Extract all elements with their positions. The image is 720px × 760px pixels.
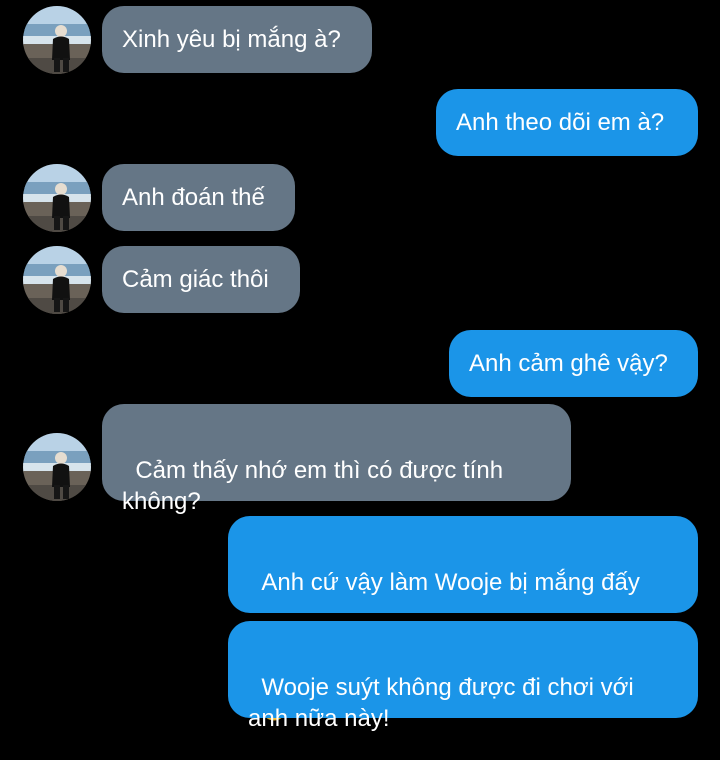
- message-text: Cảm thấy nhớ em thì có được tính không?: [122, 457, 504, 515]
- incoming-message[interactable]: Xinh yêu bị mắng à?: [102, 6, 372, 73]
- message-text: Xinh yêu bị mắng à?: [122, 26, 341, 53]
- outgoing-message[interactable]: Anh cứ vậy làm Wooje bị mắng đấy: [228, 516, 698, 721]
- message-text: Wooje suýt không được đi chơi với anh nữ…: [248, 674, 634, 732]
- message-text: Cảm giác thôi: [122, 266, 269, 293]
- outgoing-message[interactable]: Anh cảm ghê vậy?: [449, 330, 698, 397]
- message-text: Anh cứ vậy làm Wooje bị mắng đấy: [261, 569, 640, 596]
- incoming-message[interactable]: Anh đoán thế: [102, 164, 295, 231]
- outgoing-message[interactable]: Wooje suýt không được đi chơi với anh nữ…: [228, 621, 698, 732]
- message-text: Anh theo dõi em à?: [456, 109, 665, 136]
- avatar[interactable]: [23, 6, 91, 74]
- outgoing-message[interactable]: Anh theo dõi em à?: [436, 89, 698, 156]
- message-text: Anh cảm ghê vậy?: [469, 350, 668, 377]
- incoming-message[interactable]: Cảm giác thôi: [102, 246, 300, 313]
- avatar[interactable]: [23, 246, 91, 314]
- message-text: Anh đoán thế: [122, 184, 265, 211]
- avatar[interactable]: [23, 433, 91, 501]
- incoming-message[interactable]: Cảm thấy nhớ em thì có được tính không?: [102, 404, 571, 515]
- avatar[interactable]: [23, 164, 91, 232]
